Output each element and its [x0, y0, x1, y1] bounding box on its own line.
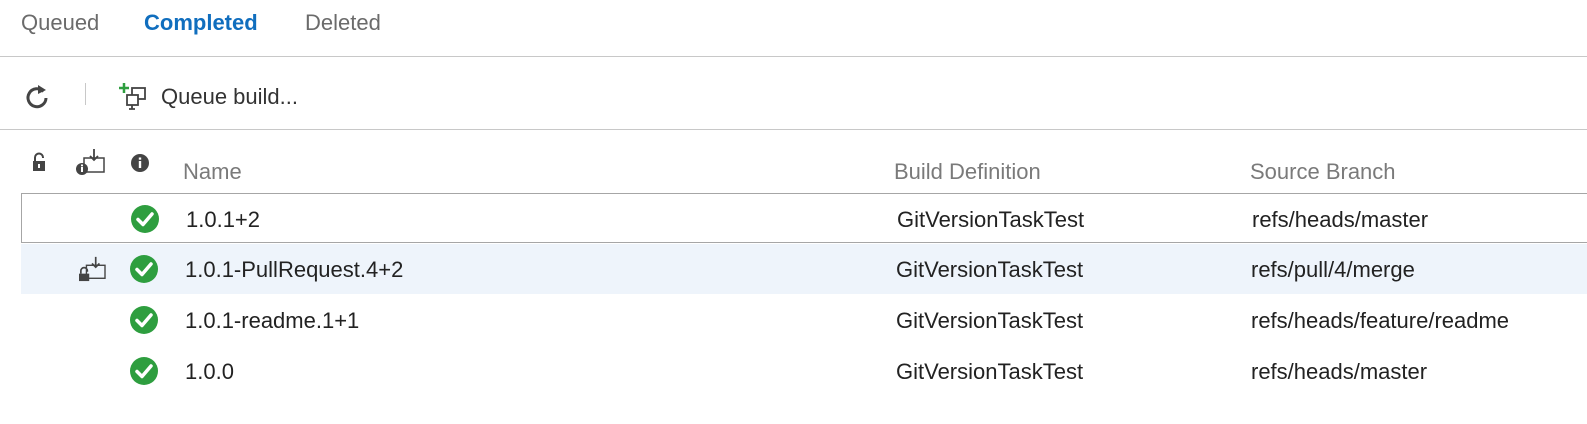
check-circle-icon [130, 357, 158, 385]
info-icon [131, 154, 149, 172]
refresh-icon [26, 85, 48, 109]
tab-completed[interactable]: Completed [144, 10, 258, 36]
build-definition[interactable]: GitVersionTaskTest [896, 308, 1083, 334]
tab-queued[interactable]: Queued [21, 10, 99, 36]
check-circle-icon [130, 306, 158, 334]
tab-deleted[interactable]: Deleted [305, 10, 381, 36]
column-header-source-branch[interactable]: Source Branch [1250, 159, 1396, 185]
builds-view: Queued Completed Deleted Queue build... [0, 0, 1587, 424]
queue-build-icon [119, 83, 146, 110]
table-row[interactable]: 1.0.0 GitVersionTaskTest refs/heads/mast… [21, 346, 1587, 396]
build-definition[interactable]: GitVersionTaskTest [896, 359, 1083, 385]
toolbar-separator [85, 83, 86, 105]
toolbar: Queue build... [0, 57, 1587, 130]
queue-build-label: Queue build... [161, 84, 298, 109]
refresh-button[interactable] [22, 82, 52, 112]
check-circle-icon [130, 255, 158, 283]
column-header-name[interactable]: Name [183, 159, 242, 185]
check-circle-icon [131, 205, 159, 233]
tab-bar: Queued Completed Deleted [0, 0, 1587, 57]
source-branch: refs/heads/master [1251, 359, 1428, 384]
build-name[interactable]: 1.0.1-PullRequest.4+2 [185, 257, 403, 283]
table-row[interactable]: 1.0.1-readme.1+1 GitVersionTaskTest refs… [21, 295, 1587, 345]
build-name[interactable]: 1.0.0 [185, 359, 234, 385]
retained-icon [76, 149, 105, 175]
source-branch: refs/pull/4/merge [1251, 257, 1415, 282]
lock-icon [33, 152, 45, 171]
table-row[interactable]: 1.0.1-PullRequest.4+2 GitVersionTaskTest… [21, 244, 1587, 294]
source-branch: refs/heads/feature/readme [1251, 308, 1510, 333]
retained-icon [79, 256, 106, 282]
build-name[interactable]: 1.0.1+2 [186, 207, 260, 233]
column-header-build-definition[interactable]: Build Definition [894, 159, 1041, 185]
source-branch: refs/heads/master [1252, 207, 1429, 232]
build-definition[interactable]: GitVersionTaskTest [896, 257, 1083, 283]
build-definition[interactable]: GitVersionTaskTest [897, 207, 1084, 233]
build-name[interactable]: 1.0.1-readme.1+1 [185, 308, 359, 334]
table-row[interactable]: 1.0.1+2 GitVersionTaskTest refs/heads/ma… [21, 193, 1587, 243]
